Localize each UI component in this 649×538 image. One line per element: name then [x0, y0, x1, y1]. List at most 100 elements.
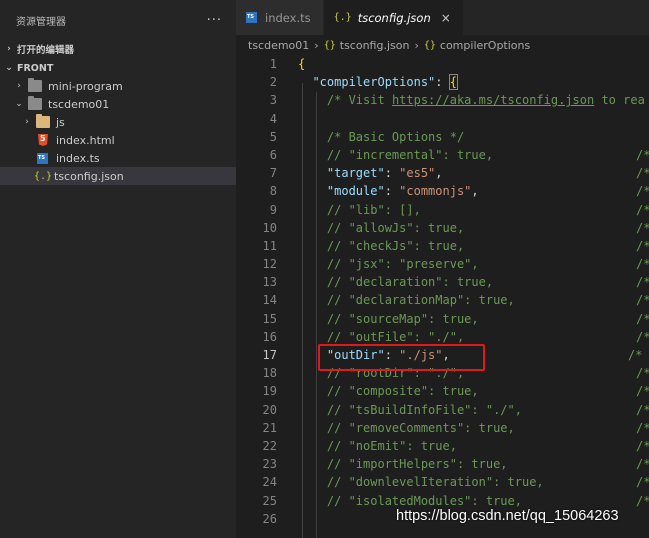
line-number: 1 [269, 57, 277, 71]
line-number: 4 [269, 111, 277, 126]
tree-item-label: index.ts [56, 151, 100, 165]
line-number: 23 [262, 457, 277, 472]
code-line: // "checkJs": true,/* [326, 238, 649, 253]
line-number: 2 [269, 75, 277, 90]
line-number: 17 [262, 348, 277, 362]
line-number: 18 [262, 366, 277, 381]
line-number: 9 [269, 202, 277, 217]
breadcrumb-file[interactable]: tsconfig.json [340, 39, 410, 52]
open-editors-label: 打开的编辑器 [17, 45, 75, 56]
code-line: /* Basic Options */ [326, 129, 465, 144]
code-line: // "composite": true,/* [326, 384, 649, 399]
code-line: // "sourceMap": true,/* [326, 311, 649, 326]
watermark: https://blog.csdn.net/qq_15064263 [396, 508, 619, 524]
line-number: 20 [262, 402, 277, 417]
tree-item-index-ts[interactable]: index.ts [0, 149, 236, 167]
html-file-icon [38, 134, 48, 146]
code-line: /* Visit https://aka.ms/tsconfig.json to… [326, 93, 645, 108]
workspace-label: FRONT [17, 62, 54, 74]
code-line: // "jsx": "preserve",/* [326, 257, 649, 272]
chevron-right-icon: › [7, 44, 11, 54]
code-line: "target": "es5",/* [326, 166, 649, 181]
line-number-gutter: 1 2 3 4 5 6 7 8 9 10 11 12 13 14 15 16 17 18 19 20 21 22 23 24 2… [236, 55, 288, 528]
breadcrumb: tscdemo01 › {} tsconfig.json › {} compil… [236, 35, 649, 55]
code-line: // "declarationMap": true,/* [326, 293, 649, 308]
code-line: // "tsBuildInfoFile": "./",/* [326, 402, 649, 417]
json-file-icon: {.} [34, 170, 53, 182]
code-line: // "allowJs": true,/* [326, 220, 649, 235]
code-line: { [298, 57, 306, 71]
tree-item-tsconfig-json[interactable]: {.} tsconfig.json [0, 167, 236, 185]
explorer-header: 资源管理器 ··· [0, 0, 236, 40]
chevron-right-icon: › [25, 117, 29, 127]
code-line: // "lib": [],/* [326, 202, 649, 217]
folder-open-icon [28, 96, 42, 110]
chevron-right-icon: › [314, 38, 319, 52]
tab-tsconfig-json[interactable]: {.} tsconfig.json × [323, 0, 464, 35]
line-number: 7 [269, 166, 277, 181]
line-number: 15 [262, 311, 277, 326]
code-line: // "incremental": true,/* [326, 147, 649, 162]
tree-item-label: tscdemo01 [48, 97, 110, 111]
line-number: 13 [262, 275, 277, 290]
code-line: "module": "commonjs",/* [326, 184, 649, 199]
tab-index-ts[interactable]: index.ts [236, 0, 324, 35]
code-line: // "removeComments": true,/* [326, 420, 649, 435]
ts-file-icon [246, 12, 257, 23]
line-number: 21 [262, 420, 277, 435]
chevron-right-icon: › [414, 38, 419, 52]
chevron-down-icon: ⌄ [5, 63, 13, 73]
explorer-title: 资源管理器 [16, 16, 66, 28]
ts-file-icon [37, 152, 48, 164]
line-number: 3 [269, 93, 277, 108]
explorer-sidebar: 资源管理器 ··· › 打开的编辑器 ⌄ FRONT › mini-progra… [0, 0, 236, 538]
tree-item-label: js [56, 115, 65, 129]
line-number: 19 [262, 384, 277, 399]
code-line: // "isolatedModules": true,/* [326, 493, 649, 508]
open-editors-section[interactable]: › 打开的编辑器 [0, 40, 236, 58]
json-file-icon: {} [323, 39, 336, 51]
tree-item-mini-program[interactable]: › mini-program [0, 77, 236, 95]
line-number: 16 [262, 329, 277, 344]
more-actions-icon[interactable]: ··· [207, 13, 222, 28]
tab-label: tsconfig.json [357, 10, 431, 25]
line-number: 12 [262, 257, 277, 272]
breadcrumb-folder[interactable]: tscdemo01 [248, 39, 309, 52]
close-icon[interactable]: × [441, 11, 451, 25]
line-number: 5 [269, 129, 277, 144]
line-number: 14 [262, 293, 277, 308]
tsconfig-docs-link[interactable]: https://aka.ms/tsconfig.json [392, 93, 594, 107]
tree-item-tscdemo01[interactable]: ⌄ tscdemo01 [0, 95, 236, 113]
code-line: // "declaration": true,/* [326, 275, 649, 290]
line-number: 11 [262, 238, 277, 253]
code-line: // "noEmit": true,/* [326, 438, 649, 453]
chevron-down-icon: ⌄ [15, 99, 23, 109]
line-number: 6 [269, 147, 277, 162]
json-file-icon: {.} [333, 12, 352, 23]
code-line: "compilerOptions": { [312, 74, 459, 91]
tree-item-label: tsconfig.json [54, 169, 124, 183]
line-number: 26 [262, 511, 277, 526]
breadcrumb-symbol[interactable]: compilerOptions [440, 39, 530, 52]
code-line: // "downlevelIteration": true,/* [326, 475, 649, 490]
code-line: // "importHelpers": true,/* [326, 457, 649, 472]
tree-item-js[interactable]: › js [0, 113, 236, 131]
tree-item-index-html[interactable]: index.html [0, 131, 236, 149]
line-number: 8 [269, 184, 277, 199]
chevron-right-icon: › [17, 81, 21, 91]
line-number: 24 [262, 475, 277, 490]
code-lines[interactable]: { "compilerOptions": { /* Visit https://… [298, 55, 649, 528]
object-icon: {} [423, 39, 436, 51]
tab-bar: index.ts {.} tsconfig.json × [236, 0, 649, 35]
code-editor[interactable]: 1 2 3 4 5 6 7 8 9 10 11 12 13 14 15 16 17 18 19 20 21 22 23 24 2… [236, 55, 649, 538]
line-number: 25 [262, 493, 277, 508]
line-number: 10 [262, 220, 277, 235]
outdir-highlight-box [318, 344, 485, 371]
js-folder-icon [36, 114, 50, 128]
tab-label: index.ts [265, 10, 311, 25]
tree-item-label: index.html [56, 133, 115, 147]
line-number: 22 [262, 438, 277, 453]
folder-icon [28, 78, 42, 92]
workspace-section[interactable]: ⌄ FRONT [0, 59, 236, 77]
